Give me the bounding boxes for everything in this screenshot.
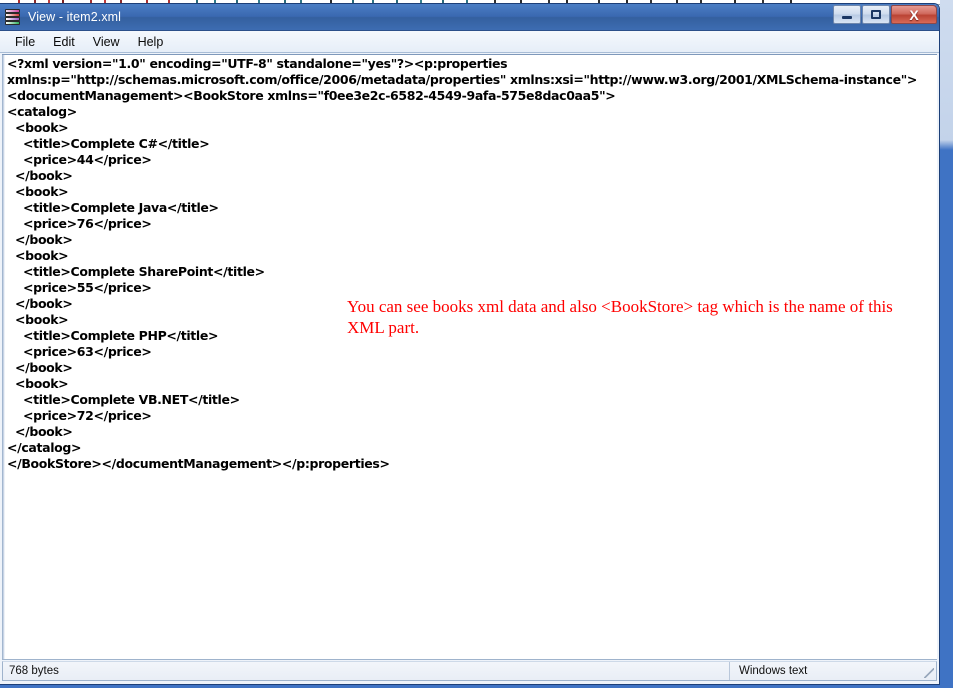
menu-item-help[interactable]: Help — [129, 33, 173, 51]
menu-item-file[interactable]: File — [6, 33, 44, 51]
winrar-books-icon — [4, 8, 22, 26]
resize-grip-icon[interactable] — [924, 668, 934, 678]
minimize-button[interactable] — [833, 5, 861, 24]
status-file-size: 768 bytes — [9, 665, 59, 677]
menu-bar: File Edit View Help — [0, 31, 939, 53]
window-controls: X — [832, 5, 937, 24]
minimize-icon — [842, 16, 852, 19]
status-encoding: Windows text — [739, 665, 808, 677]
close-icon: X — [909, 6, 919, 23]
viewer-window: View - item2.xml X File Edit View Help <… — [0, 3, 940, 685]
menu-item-edit[interactable]: Edit — [44, 33, 84, 51]
maximize-icon — [871, 10, 881, 19]
close-button[interactable]: X — [891, 5, 937, 24]
window-title: View - item2.xml — [28, 10, 122, 24]
status-bar: 768 bytes Windows text — [2, 661, 937, 681]
content-left-rail — [2, 55, 5, 659]
maximize-button[interactable] — [862, 5, 890, 24]
background-window-right-band — [940, 0, 953, 688]
menu-item-view[interactable]: View — [84, 33, 129, 51]
title-bar[interactable]: View - item2.xml X — [0, 4, 939, 31]
xml-source-text: <?xml version="1.0" encoding="UTF-8" sta… — [7, 56, 918, 471]
annotation-callout: You can see books xml data and also <Boo… — [347, 297, 893, 337]
xml-content-area[interactable]: <?xml version="1.0" encoding="UTF-8" sta… — [2, 54, 937, 660]
